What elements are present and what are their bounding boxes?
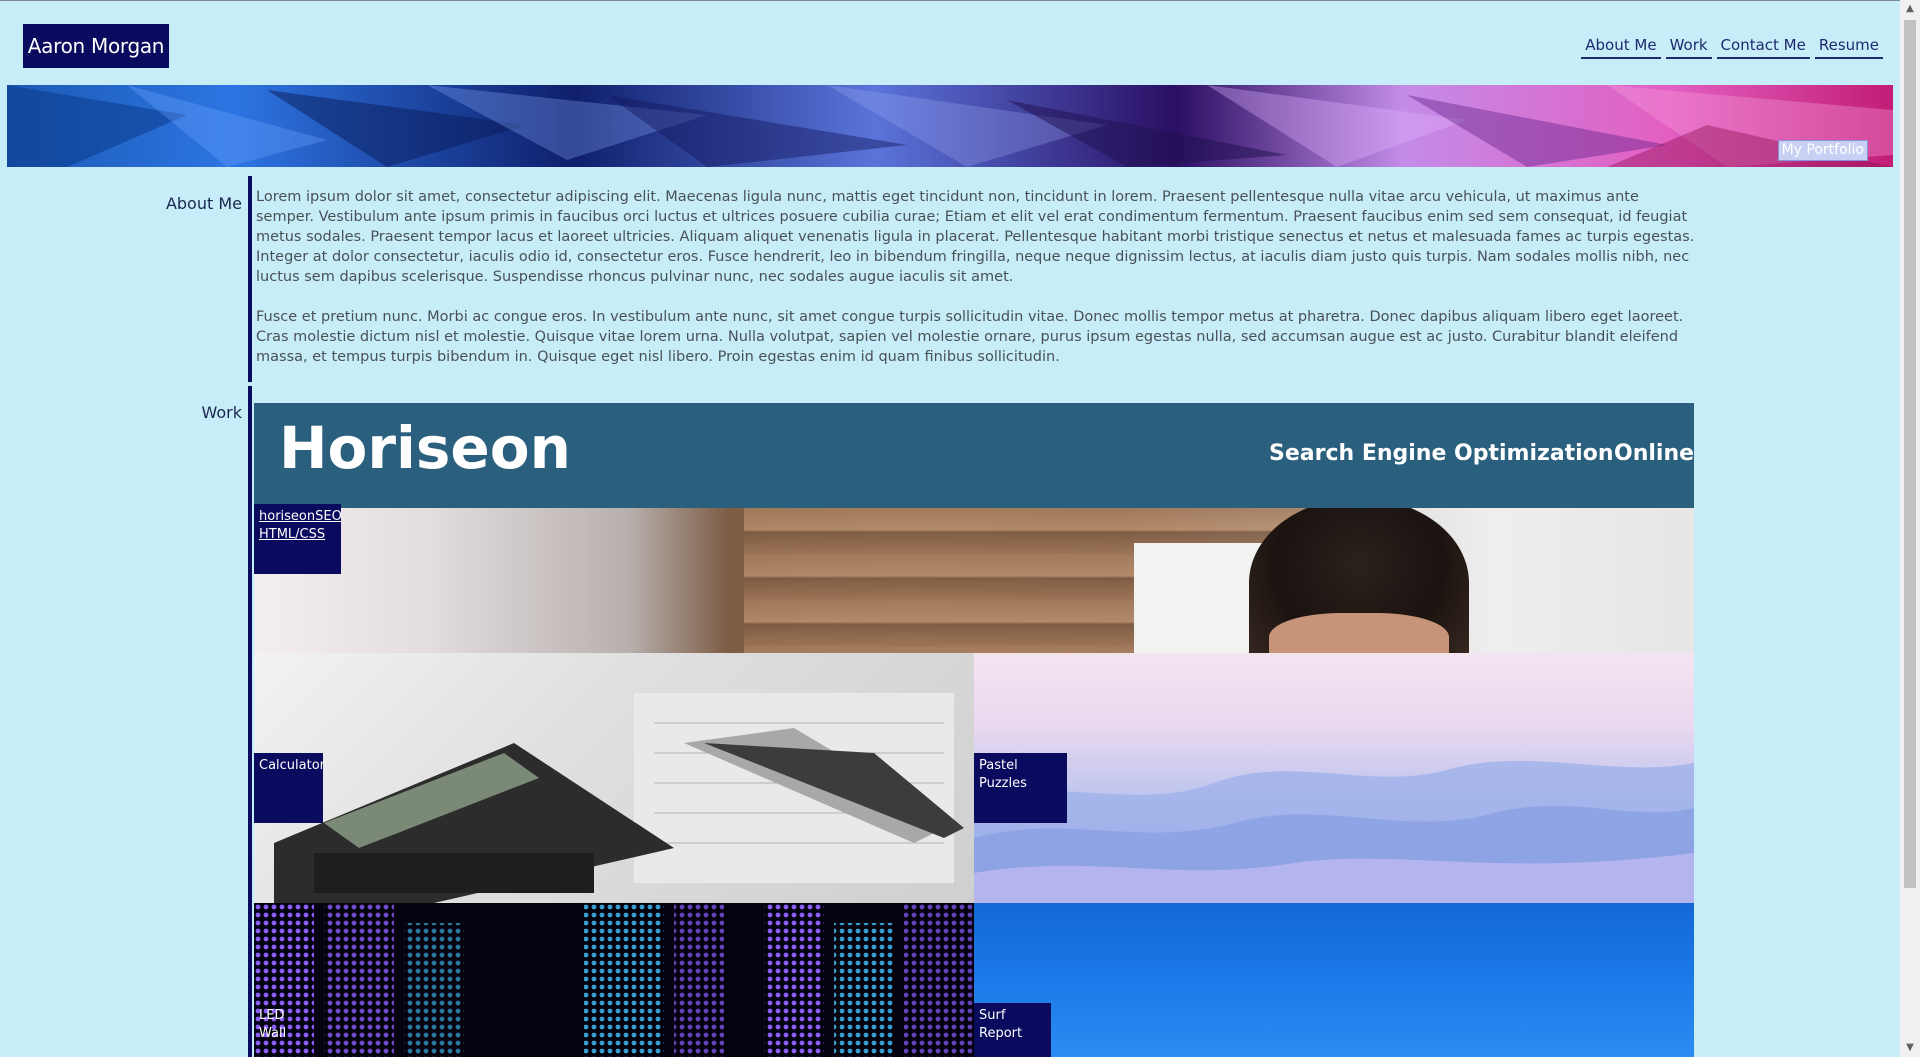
about-paragraph-1: Lorem ipsum dolor sit amet, consectetur … bbox=[256, 189, 1695, 285]
nav-contact-me[interactable]: Contact Me bbox=[1716, 36, 1810, 59]
project-surf-report[interactable]: Surf Report bbox=[974, 903, 1694, 1057]
nav-resume[interactable]: Resume bbox=[1814, 36, 1883, 59]
about-divider bbox=[248, 176, 252, 382]
work-section-label: Work bbox=[201, 403, 242, 422]
page-scrollbar[interactable]: ▲ ▼ bbox=[1900, 0, 1920, 1057]
about-paragraph-2: Fusce et pretium nunc. Morbi ac congue e… bbox=[256, 309, 1684, 365]
project-calculator[interactable]: Calculator bbox=[254, 653, 974, 903]
horiseon-nav-online: Online bbox=[1614, 441, 1694, 466]
surf-report-tag[interactable]: Surf Report bbox=[974, 1003, 1051, 1057]
brand-logo[interactable]: Aaron Morgan bbox=[23, 24, 169, 68]
top-border bbox=[0, 0, 1920, 1]
nav-work[interactable]: Work bbox=[1665, 36, 1712, 59]
horiseon-photo bbox=[254, 508, 1694, 653]
project-pastel-puzzles[interactable]: Pastel Puzzles bbox=[974, 653, 1694, 903]
led-wall-illustration bbox=[254, 903, 974, 1057]
horiseon-link[interactable]: horiseonSEO bbox=[259, 509, 342, 524]
horiseon-tag[interactable]: horiseonSEO HTML/CSS bbox=[254, 504, 342, 574]
nav-about-me[interactable]: About Me bbox=[1581, 36, 1661, 59]
featured-project-horiseon[interactable]: Horiseon Search Engine Optimization Onli… bbox=[254, 403, 1694, 653]
project-led-wall[interactable]: LED Wall bbox=[254, 903, 974, 1057]
mountains-illustration bbox=[974, 760, 1694, 903]
pastel-puzzles-tag[interactable]: Pastel Puzzles bbox=[974, 753, 1067, 823]
photo-person-face bbox=[1269, 613, 1449, 653]
work-divider bbox=[248, 386, 252, 1057]
horiseon-tech[interactable]: HTML/CSS bbox=[259, 527, 325, 542]
led-wall-tag[interactable]: LED Wall bbox=[254, 1003, 315, 1057]
scroll-down-arrow-icon[interactable]: ▼ bbox=[1904, 1041, 1916, 1055]
calculator-tag[interactable]: Calculator bbox=[254, 753, 325, 823]
about-section-label: About Me bbox=[165, 194, 242, 213]
main-nav: About Me Work Contact Me Resume bbox=[1581, 36, 1883, 59]
horiseon-header: Horiseon Search Engine Optimization Onli… bbox=[254, 403, 1694, 508]
portfolio-badge: My Portfolio bbox=[1777, 140, 1868, 161]
scroll-up-arrow-icon[interactable]: ▲ bbox=[1904, 2, 1916, 16]
hero-pattern bbox=[7, 85, 1893, 167]
horiseon-nav-seo: Search Engine Optimization bbox=[1269, 441, 1614, 466]
calculator-illustration bbox=[274, 693, 964, 903]
hero-banner: My Portfolio bbox=[7, 85, 1893, 167]
scrollbar-thumb[interactable] bbox=[1904, 20, 1916, 888]
horiseon-logo: Horiseon bbox=[279, 414, 571, 482]
